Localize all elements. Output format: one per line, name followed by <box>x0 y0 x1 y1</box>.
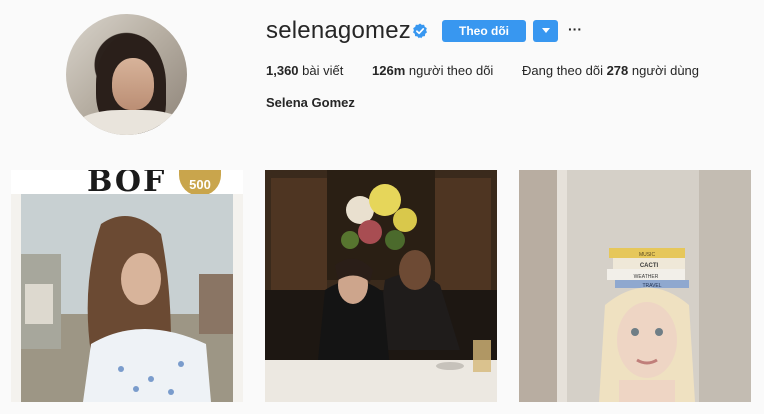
book-label: MUSIC <box>639 252 656 258</box>
following-count: 278 <box>606 63 629 78</box>
chevron-down-icon <box>541 28 550 33</box>
book-label: TRAVEL <box>642 283 661 289</box>
followers-count: 126m <box>372 63 406 78</box>
posts-label: bài viết <box>302 63 344 78</box>
posts-stat[interactable]: 1,360 bài viết <box>266 63 343 78</box>
avatar-shirt <box>76 110 186 135</box>
suggestions-dropdown-button[interactable] <box>533 20 558 42</box>
magazine-photo <box>21 194 233 402</box>
followers-stat[interactable]: 126m người theo dõi <box>372 63 493 78</box>
magazine-photo-illustration <box>21 194 233 402</box>
following-prefix: Đang theo dõi <box>522 63 603 78</box>
profile-avatar[interactable] <box>66 14 187 135</box>
profile-username: selenagomez <box>266 17 411 44</box>
post-thumbnail[interactable] <box>265 170 497 402</box>
book-label: CACTI <box>640 263 659 269</box>
magazine-border-left <box>11 194 21 402</box>
verified-badge-icon <box>413 23 427 39</box>
post-photo-illustration <box>265 170 497 402</box>
post-thumbnail[interactable]: MUSIC CACTI WEATHER TRAVEL <box>519 170 751 402</box>
post-photo-illustration: MUSIC CACTI WEATHER TRAVEL <box>519 170 751 402</box>
magazine-border-right <box>233 194 243 402</box>
followers-label: người theo dõi <box>408 63 494 78</box>
more-options-icon[interactable]: ··· <box>566 21 584 37</box>
post-thumbnail[interactable]: BOF 500 <box>11 170 243 402</box>
following-suffix: người dùng <box>631 63 700 78</box>
book-label: WEATHER <box>634 274 659 280</box>
posts-count: 1,360 <box>266 63 299 78</box>
follow-button[interactable]: Theo dõi <box>442 20 526 42</box>
profile-full-name: Selena Gomez <box>266 95 355 110</box>
avatar-face <box>112 58 154 110</box>
following-stat[interactable]: Đang theo dõi 278 người dùng <box>522 63 699 78</box>
